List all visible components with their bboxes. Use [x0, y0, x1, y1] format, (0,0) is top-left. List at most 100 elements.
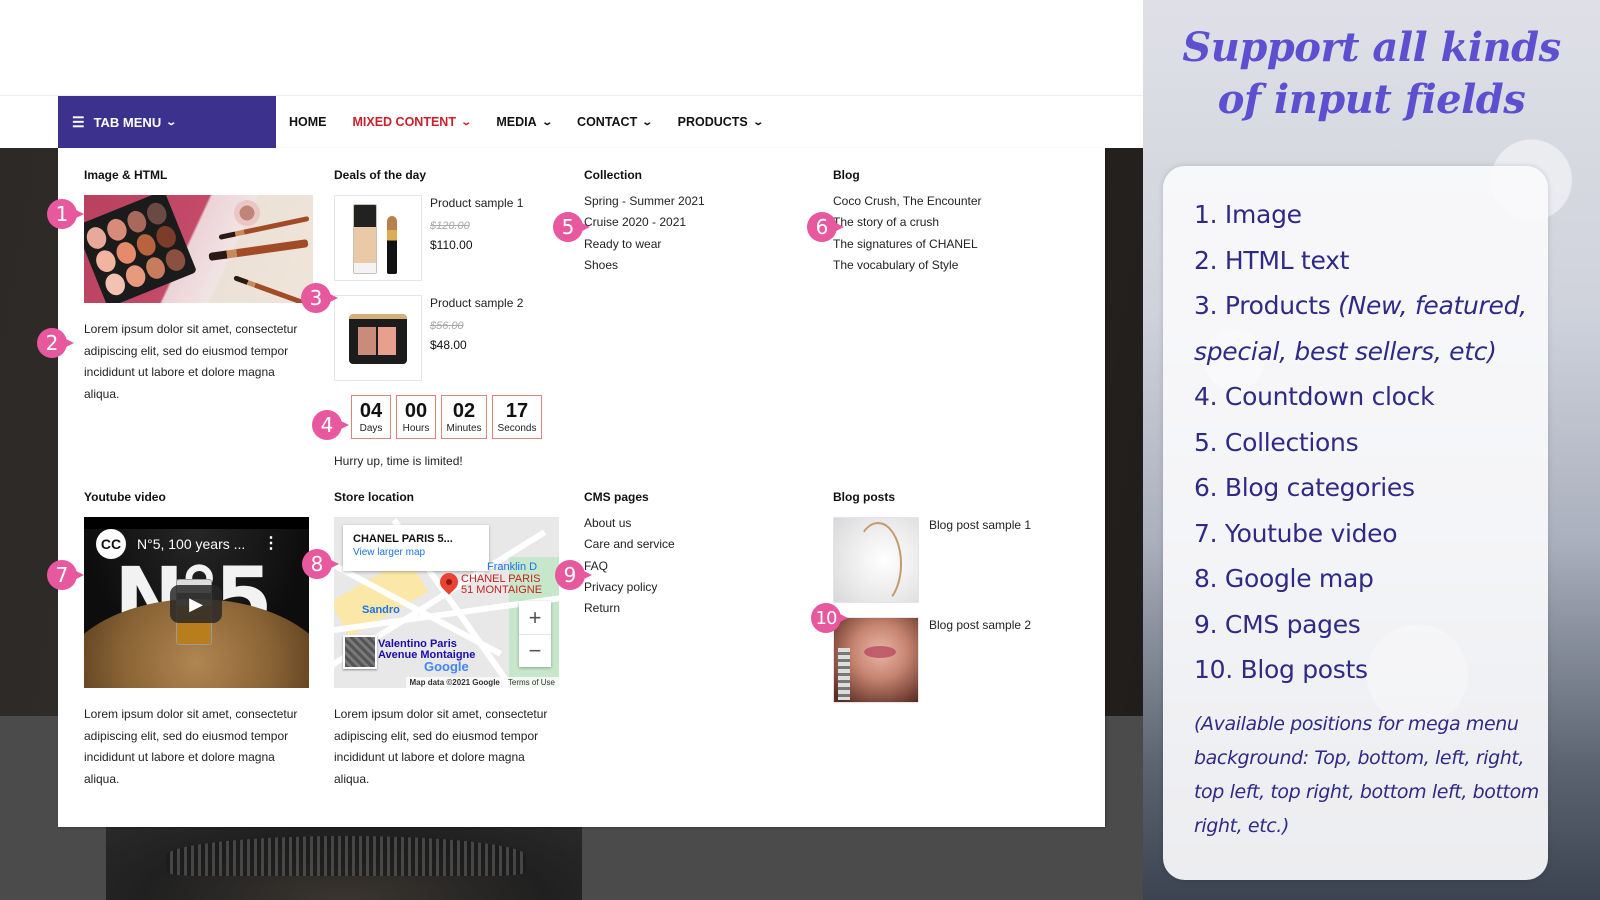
blog-category-link[interactable]: The vocabulary of Style — [833, 255, 1053, 276]
hero-decor-image — [106, 820, 582, 900]
youtube-video-embed[interactable]: N°5 ▶ CC N°5, 100 years ... ⋮ — [84, 517, 309, 688]
blog-post-image[interactable] — [833, 617, 919, 703]
blog-post-title[interactable]: Blog post sample 1 — [929, 518, 1031, 603]
map-attribution: Map data ©2021 Google Terms of Use — [405, 677, 559, 688]
blush-pot — [234, 200, 260, 226]
youtube-column: Youtube video N°5 ▶ CC N°5, 100 years ..… — [84, 490, 313, 790]
column-title: Deals of the day — [334, 168, 427, 182]
nav-item-home[interactable]: HOME — [289, 115, 327, 129]
feature-item: 4. Countdown clock — [1194, 374, 1548, 420]
blog-category-link[interactable]: The story of a crush — [833, 212, 1053, 233]
cms-pages-column: CMS pages About us Care and service FAQ … — [584, 490, 784, 619]
feature-number: 5. — [1194, 427, 1218, 457]
countdown-value: 02 — [452, 400, 476, 422]
collection-link[interactable]: Ready to wear — [584, 234, 784, 255]
feature-item: 8. Google map — [1194, 556, 1548, 602]
eyeshadow-compact — [349, 314, 407, 364]
product-card: Product sample 1 $120.00 $110.00 — [334, 195, 574, 281]
promo-title-line: of input fields — [1217, 76, 1526, 123]
cms-page-link[interactable]: FAQ — [584, 556, 784, 577]
cms-page-link[interactable]: Return — [584, 598, 784, 619]
product-name[interactable]: Product sample 2 — [430, 296, 523, 310]
countdown-unit: Days — [359, 423, 383, 434]
collection-link[interactable]: Shoes — [584, 255, 784, 276]
more-options-icon[interactable]: ⋮ — [263, 533, 279, 553]
view-larger-map-link[interactable]: View larger map — [353, 547, 479, 558]
feature-number: 7. — [1194, 518, 1218, 548]
blog-category-link[interactable]: Coco Crush, The Encounter — [833, 191, 1053, 212]
callout-marker: 7 — [47, 560, 84, 590]
callout-marker: 3 — [301, 283, 338, 313]
foundation-bottle — [353, 204, 377, 274]
feature-number: 10. — [1194, 655, 1233, 684]
feature-item: 2. HTML text — [1194, 238, 1548, 284]
promo-title-line: Support all kinds — [1182, 24, 1561, 71]
map-pin-label: CHANEL PARIS 51 MONTAIGNE — [461, 573, 543, 596]
tab-menu-label: TAB MENU — [93, 114, 162, 130]
chevron-down-icon: ⌄ — [540, 116, 553, 128]
collection-link[interactable]: Cruise 2020 - 2021 — [584, 212, 784, 233]
google-map-embed[interactable]: CHANEL PARIS 5... View larger map CHANEL… — [334, 517, 559, 688]
cosmetics-image[interactable] — [84, 195, 313, 303]
terms-of-use-link[interactable]: Terms of Use — [508, 678, 555, 687]
feature-text: Products — [1224, 291, 1331, 320]
collection-link[interactable]: Spring - Summer 2021 — [584, 191, 784, 212]
cms-page-link[interactable]: About us — [584, 513, 784, 534]
makeup-brush — [208, 239, 309, 261]
play-icon[interactable]: ▶ — [170, 585, 222, 623]
video-description: Lorem ipsum dolor sit amet, consectetur … — [84, 707, 298, 786]
callout-marker: 2 — [37, 328, 74, 358]
channel-logo[interactable]: CC — [96, 529, 126, 559]
promo-panel: Support all kinds of input fields 1. Ima… — [1143, 0, 1600, 900]
nav-item-mixed-content[interactable]: MIXED CONTENT ⌄ — [353, 115, 473, 129]
column-title: CMS pages — [584, 490, 649, 504]
map-zoom-controls: + − — [519, 601, 551, 667]
nav-item-label: HOME — [289, 115, 327, 129]
promo-title: Support all kinds of input fields — [1143, 22, 1600, 126]
feature-item: 5. Collections — [1194, 420, 1548, 466]
blog-post-title[interactable]: Blog post sample 2 — [929, 618, 1031, 703]
countdown-unit: Hours — [402, 423, 430, 434]
feature-note: (New, featured, — [1338, 291, 1527, 320]
feature-text: Youtube video — [1224, 518, 1398, 548]
product-image[interactable] — [334, 195, 422, 281]
nav-item-contact[interactable]: CONTACT ⌄ — [577, 115, 653, 129]
zoom-in-button[interactable]: + — [519, 601, 551, 634]
site-header-blank — [0, 0, 1143, 96]
nav-item-products[interactable]: PRODUCTS ⌄ — [678, 115, 764, 129]
zoom-out-button[interactable]: − — [519, 634, 551, 667]
cms-page-link[interactable]: Care and service — [584, 534, 784, 555]
map-place-label: Valentino Paris Avenue Montaigne — [378, 638, 476, 661]
blog-post-image[interactable] — [833, 517, 919, 603]
tab-menu-button[interactable]: ☰ TAB MENU ⌄ — [58, 96, 276, 148]
blog-column: Blog Coco Crush, The Encounter The story… — [833, 168, 1053, 276]
callout-marker: 4 — [312, 410, 349, 440]
mega-menu-panel: Image & HTML Lorem ipsum dolor sit amet,… — [58, 148, 1105, 827]
countdown-days: 04 Days — [351, 395, 391, 439]
map-place-title: CHANEL PARIS 5... — [353, 533, 453, 545]
feature-text: Blog categories — [1224, 473, 1415, 502]
feature-number: 3. — [1194, 291, 1218, 320]
video-title[interactable]: N°5, 100 years ... — [137, 536, 245, 552]
product-price: $48.00 — [430, 338, 467, 352]
deals-column: Deals of the day Product sample 1 $120.0… — [334, 168, 574, 473]
cms-page-link[interactable]: Privacy policy — [584, 577, 784, 598]
product-image[interactable] — [334, 295, 422, 381]
callout-marker: 1 — [47, 199, 84, 229]
chevron-down-icon: ⌄ — [752, 116, 764, 128]
countdown-clock: 04 Days 00 Hours 02 Minutes 17 Seconds — [351, 395, 574, 439]
satellite-toggle[interactable] — [343, 635, 377, 669]
html-text-block: Lorem ipsum dolor sit amet, consectetur … — [84, 322, 298, 401]
google-logo: Google — [424, 659, 469, 674]
nav-item-media[interactable]: MEDIA ⌄ — [496, 115, 553, 129]
product-name[interactable]: Product sample 1 — [430, 196, 523, 210]
feature-list-card: 1. Image 2. HTML text 3. Products (New, … — [1163, 166, 1548, 880]
feature-item: 1. Image — [1194, 192, 1548, 238]
callout-marker: 8 — [302, 549, 339, 579]
blog-post-item: Blog post sample 2 — [833, 617, 1073, 703]
blog-category-link[interactable]: The signatures of CHANEL — [833, 234, 1053, 255]
countdown-unit: Minutes — [446, 423, 482, 434]
product-price: $110.00 — [430, 238, 473, 252]
callout-marker: 9 — [555, 560, 592, 590]
callout-marker: 5 — [553, 212, 590, 242]
